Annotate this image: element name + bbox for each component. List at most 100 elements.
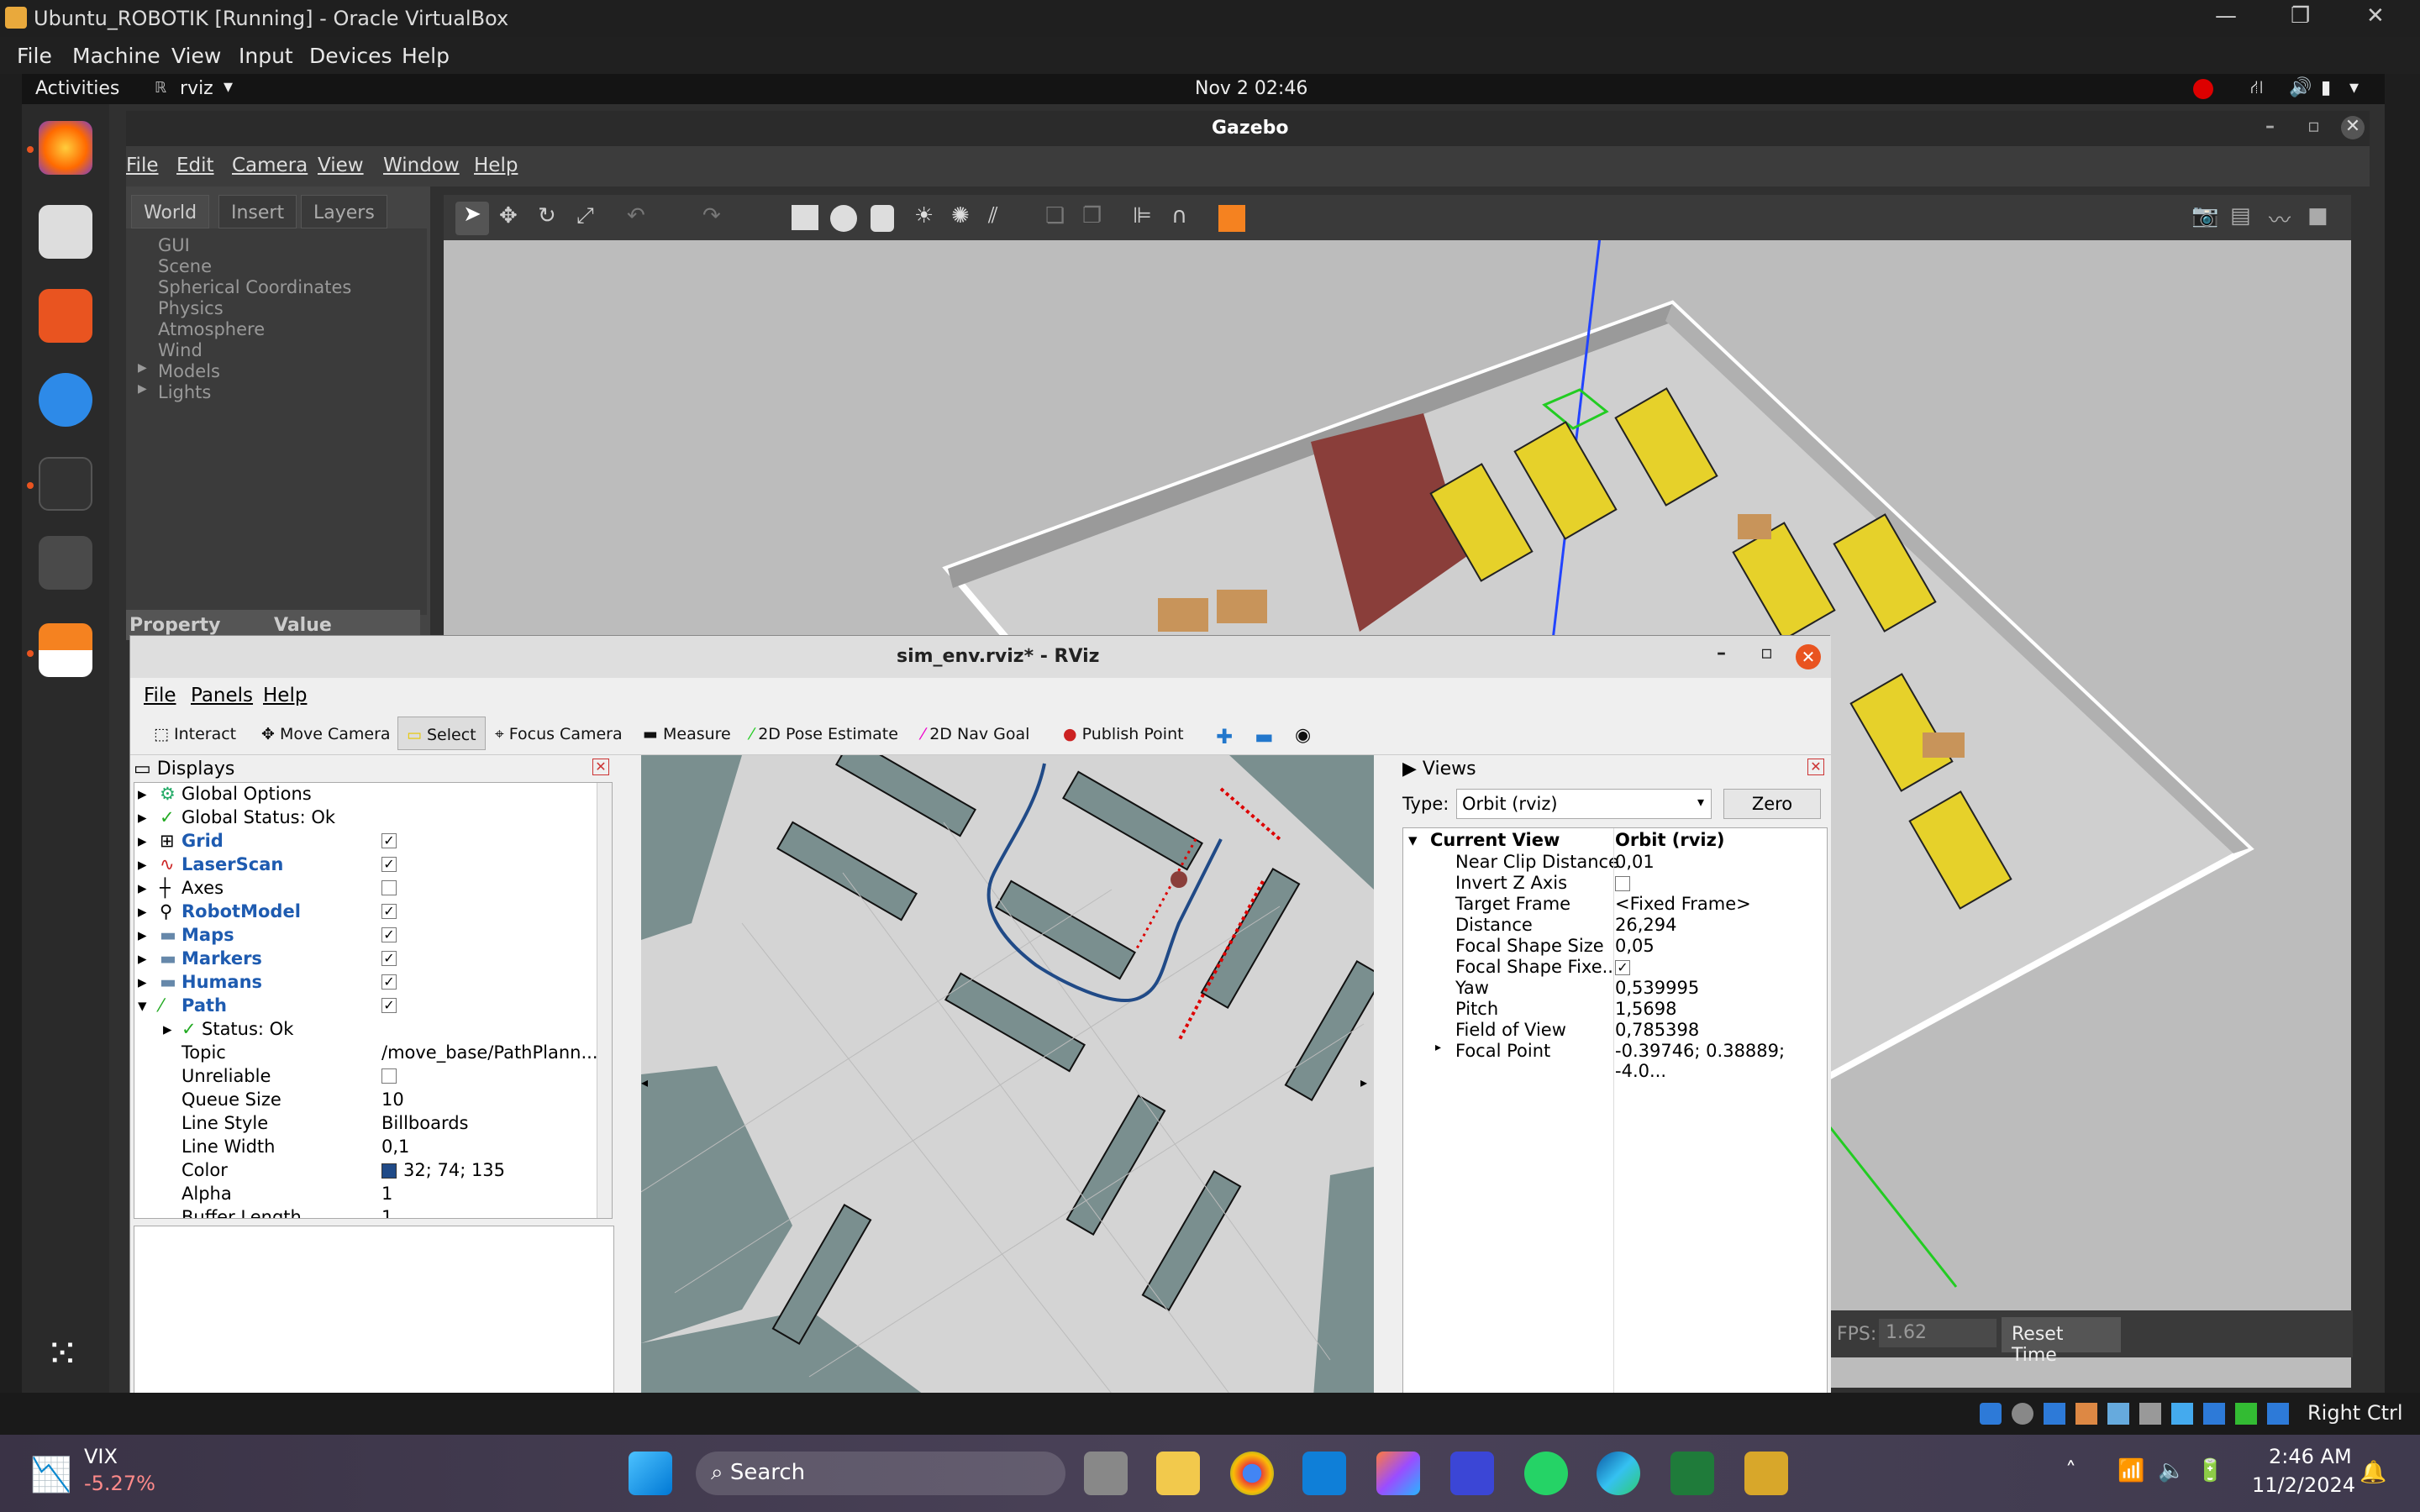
remove-tool-icon[interactable]: ▬ xyxy=(1246,717,1282,750)
widget-name[interactable]: VIX xyxy=(84,1445,118,1468)
edge-icon[interactable] xyxy=(1597,1452,1640,1495)
spot-light-icon[interactable]: ✺ xyxy=(951,203,970,228)
property-row[interactable]: Buffer Length 1 xyxy=(134,1206,605,1218)
gz-menu-file[interactable]: File xyxy=(126,155,159,176)
restore-icon[interactable]: ❐ xyxy=(2291,3,2310,29)
expand-arrow-icon[interactable]: ▸ xyxy=(1435,1041,1441,1054)
view-prop-value[interactable]: 0,01 xyxy=(1615,852,1655,872)
plot-icon[interactable]: 〰 xyxy=(2269,203,2291,234)
undo-icon[interactable]: ↶ xyxy=(627,203,645,228)
focal-shape-fixed-checkbox[interactable]: ✓ xyxy=(1615,960,1630,975)
display-row[interactable]: ▸ ▬ Markers ✓ xyxy=(134,948,605,971)
help-icon[interactable] xyxy=(39,373,92,427)
video-icon[interactable]: ■ xyxy=(2307,203,2328,228)
tree-item[interactable]: Spherical Coordinates xyxy=(158,277,351,297)
notification-bell-icon[interactable]: 🔔 xyxy=(2360,1460,2386,1485)
tree-item[interactable]: Wind xyxy=(158,340,203,360)
enable-checkbox[interactable]: ✓ xyxy=(381,974,397,990)
enable-checkbox[interactable]: ✓ xyxy=(381,857,397,872)
expand-arrow-icon[interactable]: ▶ xyxy=(138,361,147,375)
tab-layers[interactable]: Layers xyxy=(301,195,387,228)
gazebo-minimize-icon[interactable]: – xyxy=(2265,116,2275,137)
directional-light-icon[interactable]: ⫽ xyxy=(988,203,998,229)
view-prop-value[interactable]: 0,539995 xyxy=(1615,978,1699,998)
display-row[interactable]: ▸ ⚲ RobotModel ✓ xyxy=(134,900,605,924)
collapse-right-icon[interactable]: ▸ xyxy=(1360,1074,1367,1090)
menu-help[interactable]: Help xyxy=(402,44,450,68)
rviz-menu-help[interactable]: Help xyxy=(263,685,307,706)
taskbar-time[interactable]: 2:46 AM xyxy=(2269,1445,2352,1468)
file-explorer-icon[interactable] xyxy=(1156,1452,1200,1495)
gazebo-maximize-icon[interactable]: ▫ xyxy=(2307,116,2320,137)
tab-insert[interactable]: Insert xyxy=(218,195,297,228)
tree-item[interactable]: Physics xyxy=(158,298,224,318)
battery-icon[interactable]: ▮ xyxy=(2321,77,2331,98)
tree-item[interactable]: GUI xyxy=(158,235,190,255)
property-value[interactable]: /move_base/PathPlann... xyxy=(381,1042,598,1063)
view-prop-value[interactable]: -0.39746; 0.38889; -4.0... xyxy=(1615,1041,1823,1081)
collapse-arrow-icon[interactable]: ▾ xyxy=(1408,830,1418,850)
redo-icon[interactable]: ↷ xyxy=(702,203,721,228)
enable-checkbox[interactable]: ✓ xyxy=(381,927,397,942)
expand-arrow-icon[interactable]: ▸ xyxy=(138,854,147,874)
focus-camera-tool[interactable]: ⌖ Focus Camera xyxy=(487,717,631,750)
network-adapter-icon[interactable] xyxy=(2075,1403,2097,1425)
clock[interactable]: Nov 2 02:46 xyxy=(1195,78,1307,99)
property-value[interactable]: 0,1 xyxy=(381,1137,409,1157)
minimize-icon[interactable]: — xyxy=(2215,3,2237,29)
enable-checkbox[interactable]: ✓ xyxy=(381,904,397,919)
property-row[interactable]: Line Width 0,1 xyxy=(134,1136,605,1159)
rviz-menu-panels[interactable]: Panels xyxy=(191,685,253,706)
property-row[interactable]: Unreliable xyxy=(134,1065,605,1089)
rviz-close-icon[interactable]: ✕ xyxy=(1796,644,1821,669)
move-camera-tool[interactable]: ✥ Move Camera xyxy=(253,717,399,750)
display-row[interactable]: ▸ ▬ Humans ✓ xyxy=(134,971,605,995)
property-row[interactable]: ▸ ✓ Status: Ok xyxy=(134,1018,605,1042)
rviz-maximize-icon[interactable]: ▫ xyxy=(1760,643,1773,664)
system-menu-icon[interactable]: ▾ xyxy=(2349,77,2359,98)
pose-estimate-tool[interactable]: ⁄ 2D Pose Estimate xyxy=(742,717,907,750)
whatsapp-icon[interactable] xyxy=(1524,1452,1568,1495)
gz-menu-view[interactable]: View xyxy=(318,155,364,176)
interact-tool[interactable]: ⬚ Interact xyxy=(145,717,245,750)
scale-icon[interactable]: ⤢ xyxy=(576,203,594,229)
store-icon[interactable] xyxy=(1302,1452,1346,1495)
matlab-icon[interactable] xyxy=(1450,1452,1494,1495)
display-row[interactable]: ▾ ⁄ Path ✓ xyxy=(134,995,605,1018)
view-prop-value[interactable]: 26,294 xyxy=(1615,915,1676,935)
rviz-3d-view[interactable]: ◂ ▸ xyxy=(641,755,1374,1397)
volume-icon[interactable]: 🔊 xyxy=(2289,77,2312,98)
expand-arrow-icon[interactable]: ▸ xyxy=(138,878,147,898)
expand-arrow-icon[interactable]: ▸ xyxy=(138,925,147,945)
box-shape-icon[interactable] xyxy=(792,205,818,230)
cpu-icon[interactable] xyxy=(2235,1403,2257,1425)
translate-icon[interactable]: ✥ xyxy=(499,203,518,228)
menu-machine[interactable]: Machine xyxy=(72,44,160,68)
enable-checkbox[interactable]: ✓ xyxy=(381,951,397,966)
property-row[interactable]: Queue Size 10 xyxy=(134,1089,605,1112)
display-row[interactable]: ▸ ∿ LaserScan ✓ xyxy=(134,853,605,877)
display-row[interactable]: ▸ ⚙ Global Options xyxy=(134,783,605,806)
view-prop-value[interactable]: <Fixed Frame> xyxy=(1615,894,1751,914)
reset-time-button[interactable]: Reset Time xyxy=(2002,1317,2121,1366)
property-row[interactable]: Topic/move_base/PathPlann... xyxy=(134,1042,605,1065)
property-value[interactable]: 32; 74; 135 xyxy=(403,1160,505,1180)
cylinder-shape-icon[interactable] xyxy=(871,205,894,232)
measure-tool[interactable]: ▬ Measure xyxy=(634,717,739,750)
menu-view[interactable]: View xyxy=(171,44,221,68)
gz-menu-camera[interactable]: Camera xyxy=(232,155,308,176)
expand-arrow-icon[interactable]: ▸ xyxy=(138,784,147,804)
select-tool[interactable]: ▭ Select xyxy=(397,717,486,750)
gazebo-icon[interactable] xyxy=(39,623,92,677)
view-prop-value[interactable]: 1,5698 xyxy=(1615,999,1676,1019)
property-row[interactable]: Color 32; 74; 135 xyxy=(134,1159,605,1183)
display-row[interactable]: ▸ ✓ Global Status: Ok xyxy=(134,806,605,830)
log-icon[interactable]: ▤ xyxy=(2230,203,2251,228)
rviz-icon[interactable] xyxy=(39,536,92,590)
panel-close-icon[interactable]: ✕ xyxy=(592,759,609,775)
scrollbar[interactable] xyxy=(597,783,612,1218)
mouse-integration-icon[interactable] xyxy=(2267,1403,2289,1425)
tree-item[interactable]: Scene xyxy=(158,256,212,276)
shared-folder-icon[interactable] xyxy=(2139,1403,2161,1425)
rviz-menu-file[interactable]: File xyxy=(144,685,176,706)
